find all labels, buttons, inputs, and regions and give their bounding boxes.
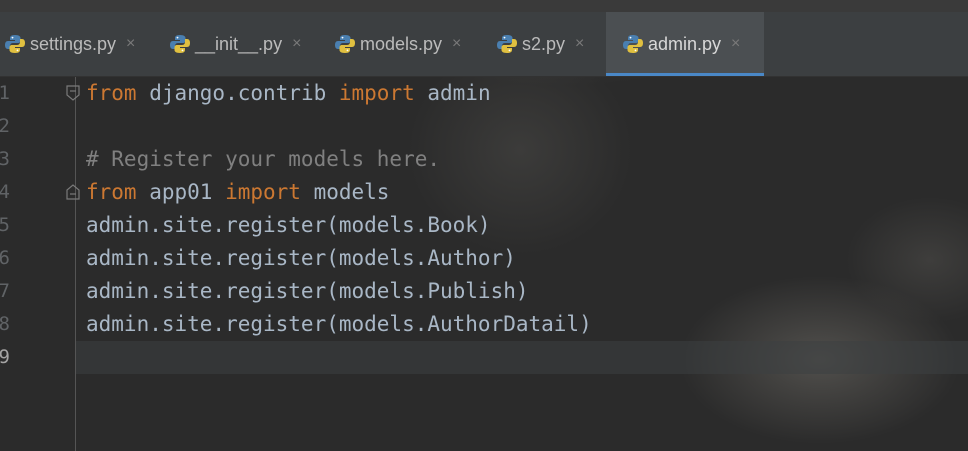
code-text: from django.contrib import admin bbox=[86, 77, 491, 110]
code-text: admin.site.register(models.Publish) bbox=[86, 279, 529, 303]
code-line[interactable]: 4 from app01 import models bbox=[0, 176, 968, 209]
code-token: admin bbox=[414, 81, 491, 105]
python-file-icon bbox=[623, 35, 643, 53]
code-text: admin.site.register(models.AuthorDatail) bbox=[86, 312, 592, 336]
line-number: 4 bbox=[0, 181, 10, 203]
code-line[interactable]: 6 admin.site.register(models.Author) bbox=[0, 242, 968, 275]
python-file-icon bbox=[335, 35, 355, 53]
code-token: app01 bbox=[136, 180, 226, 204]
line-number: 7 bbox=[0, 280, 10, 302]
tab-label: models.py bbox=[360, 33, 443, 54]
code-line[interactable]: 7 admin.site.register(models.Publish) bbox=[0, 275, 968, 308]
close-icon[interactable]: × bbox=[731, 35, 740, 53]
close-icon[interactable]: × bbox=[292, 35, 301, 53]
line-number: 9 bbox=[0, 346, 10, 368]
keyword-token: import bbox=[338, 81, 415, 105]
close-icon[interactable]: × bbox=[575, 35, 584, 53]
python-file-icon bbox=[170, 35, 190, 53]
line-number: 6 bbox=[0, 247, 10, 269]
tab-label: __init__.py bbox=[195, 33, 283, 54]
python-file-icon bbox=[497, 35, 517, 53]
code-line-current[interactable]: 9 bbox=[0, 341, 968, 374]
tab-init-py[interactable]: __init__.py × bbox=[155, 12, 320, 76]
fold-marker-icon[interactable] bbox=[66, 184, 80, 200]
code-editor[interactable]: 1 from django.contrib import admin 2 3 #… bbox=[0, 77, 968, 451]
line-number: 1 bbox=[0, 82, 10, 104]
code-text: from app01 import models bbox=[86, 176, 389, 209]
tab-label: admin.py bbox=[648, 33, 722, 54]
editor-tab-bar: settings.py × __init__.py × models.py × bbox=[0, 12, 968, 77]
code-token: models bbox=[300, 180, 390, 204]
ide-window: settings.py × __init__.py × models.py × bbox=[0, 0, 968, 451]
code-line[interactable]: 1 from django.contrib import admin bbox=[0, 77, 968, 110]
code-text: admin.site.register(models.Author) bbox=[86, 246, 516, 270]
code-line[interactable]: 5 admin.site.register(models.Book) bbox=[0, 209, 968, 242]
line-number: 8 bbox=[0, 313, 10, 335]
tab-admin-py[interactable]: admin.py × bbox=[606, 12, 764, 76]
close-icon[interactable]: × bbox=[452, 35, 461, 53]
line-number: 2 bbox=[0, 115, 10, 137]
tab-s2-py[interactable]: s2.py × bbox=[484, 12, 606, 76]
python-file-icon bbox=[5, 35, 25, 53]
title-strip bbox=[0, 0, 968, 12]
tab-models-py[interactable]: models.py × bbox=[320, 12, 484, 76]
line-number: 5 bbox=[0, 214, 10, 236]
code-line[interactable]: 2 bbox=[0, 110, 968, 143]
keyword-token: from bbox=[86, 180, 137, 204]
code-token: django.contrib bbox=[136, 81, 339, 105]
tab-label: s2.py bbox=[522, 33, 566, 54]
keyword-token: import bbox=[225, 180, 301, 204]
comment-text: # Register your models here. bbox=[86, 147, 441, 171]
code-line[interactable]: 3 # Register your models here. bbox=[0, 143, 968, 176]
tab-label: settings.py bbox=[30, 33, 117, 54]
code-text: admin.site.register(models.Book) bbox=[86, 213, 491, 237]
close-icon[interactable]: × bbox=[126, 35, 135, 53]
fold-marker-icon[interactable] bbox=[66, 85, 80, 101]
line-number: 3 bbox=[0, 148, 10, 170]
keyword-token: from bbox=[86, 81, 137, 105]
code-line[interactable]: 8 admin.site.register(models.AuthorDatai… bbox=[0, 308, 968, 341]
tab-settings-py[interactable]: settings.py × bbox=[0, 12, 155, 76]
